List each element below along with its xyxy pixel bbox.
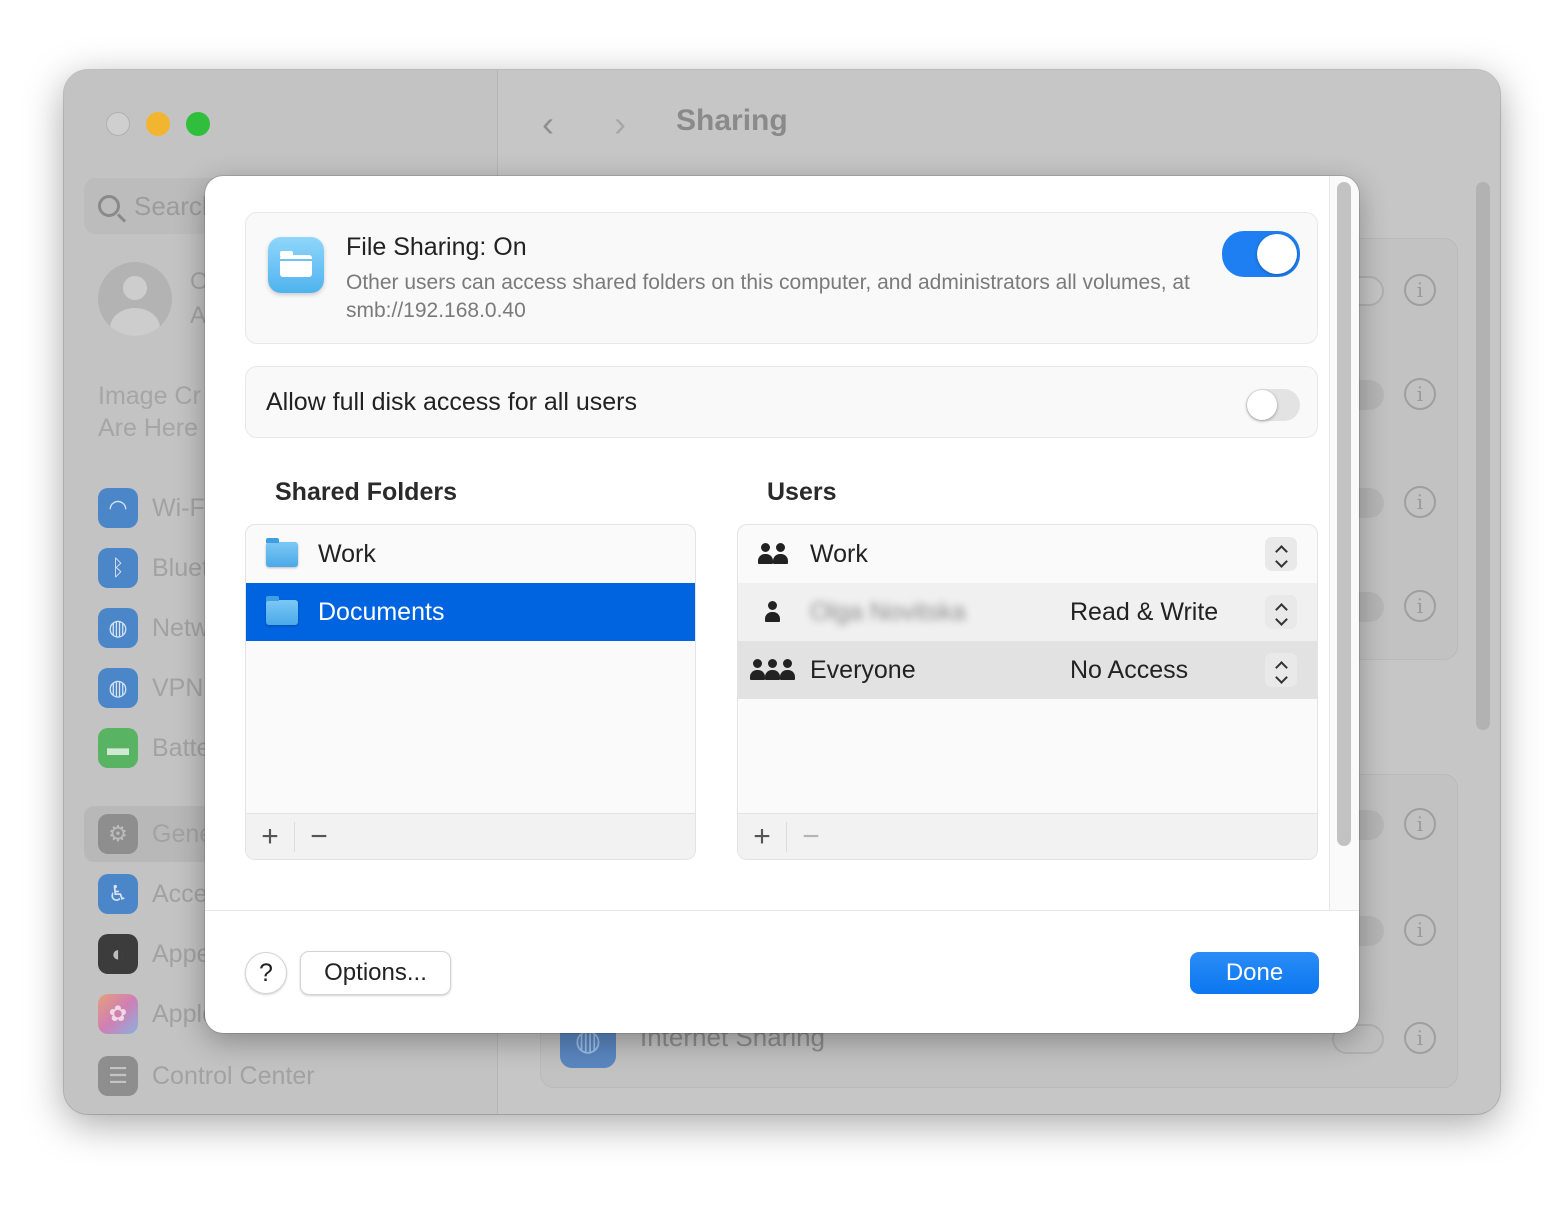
permission-stepper-icon[interactable] bbox=[1265, 653, 1297, 687]
everyone-icon bbox=[748, 657, 796, 683]
folder-name: Documents bbox=[318, 597, 445, 626]
user-row-everyone[interactable]: Everyone No Access bbox=[738, 641, 1317, 699]
forward-button[interactable]: › bbox=[614, 104, 626, 144]
info-icon[interactable]: i bbox=[1404, 1022, 1436, 1054]
account-avatar[interactable] bbox=[98, 262, 172, 336]
window-title: Sharing bbox=[676, 104, 788, 137]
promo-line-1: Image Cr bbox=[98, 382, 201, 410]
user-row-owner[interactable]: Olga Novitska Read & Write bbox=[738, 583, 1317, 641]
sidebar-item-vpn[interactable]: ◍ VPN bbox=[98, 666, 203, 710]
file-sharing-card: File Sharing: On Other users can access … bbox=[245, 212, 1318, 344]
file-sharing-sheet: File Sharing: On Other users can access … bbox=[205, 176, 1359, 1033]
permission-value[interactable]: No Access bbox=[1070, 656, 1188, 685]
info-icon[interactable]: i bbox=[1404, 590, 1436, 622]
sheet-scrollbar-thumb[interactable] bbox=[1337, 182, 1351, 846]
permission-stepper-icon[interactable] bbox=[1265, 595, 1297, 629]
search-icon bbox=[98, 195, 120, 217]
user-name: Everyone bbox=[810, 655, 916, 684]
sidebar-item-label: VPN bbox=[152, 673, 204, 702]
users-list: Work Olga Novitska Read & Write Everyone… bbox=[737, 524, 1318, 860]
shared-folders-list: Work Documents + − bbox=[245, 524, 696, 860]
users-heading: Users bbox=[767, 478, 837, 506]
sidebar-item-label: Wi-Fi bbox=[152, 493, 211, 522]
shared-folders-heading: Shared Folders bbox=[275, 478, 457, 506]
appearance-icon: ◐ bbox=[98, 934, 138, 974]
user-name: Work bbox=[810, 539, 868, 568]
zoom-window-button[interactable] bbox=[186, 112, 210, 136]
close-window-button[interactable] bbox=[106, 112, 130, 136]
info-icon[interactable]: i bbox=[1404, 808, 1436, 840]
add-folder-button[interactable]: + bbox=[246, 814, 294, 860]
control-center-icon: ☰ bbox=[98, 1056, 138, 1096]
shared-folders-footer: + − bbox=[246, 813, 695, 859]
info-icon[interactable]: i bbox=[1404, 486, 1436, 518]
back-button[interactable]: ‹ bbox=[542, 104, 554, 144]
shared-folder-row-work[interactable]: Work bbox=[246, 525, 695, 583]
sheet-footer-divider bbox=[205, 910, 1359, 911]
wifi-icon: ◠ bbox=[98, 488, 138, 528]
file-sharing-description: Other users can access shared folders on… bbox=[346, 271, 1190, 322]
sidebar-item-label: Control Center bbox=[152, 1061, 315, 1090]
file-sharing-title: File Sharing: On bbox=[346, 233, 527, 261]
bluetooth-icon: ᛒ bbox=[98, 548, 138, 588]
documents-folder-icon bbox=[266, 595, 298, 625]
permission-value[interactable]: Read & Write bbox=[1070, 598, 1218, 627]
promo-line-2: Are Here bbox=[98, 414, 199, 442]
full-disk-access-label: Allow full disk access for all users bbox=[266, 388, 637, 416]
sheet-scrollbar-track[interactable] bbox=[1329, 176, 1359, 910]
users-footer: + − bbox=[738, 813, 1317, 859]
info-icon[interactable]: i bbox=[1404, 378, 1436, 410]
user-icon bbox=[748, 599, 796, 625]
file-sharing-folder-icon bbox=[268, 237, 324, 293]
sidebar-item-wifi[interactable]: ◠ Wi-Fi bbox=[98, 486, 210, 530]
full-disk-access-toggle[interactable] bbox=[1246, 389, 1300, 421]
done-button[interactable]: Done bbox=[1190, 952, 1319, 994]
background-scrollbar[interactable] bbox=[1476, 182, 1490, 730]
sidebar-item-control-center[interactable]: ☰ Control Center bbox=[98, 1054, 315, 1098]
shared-folder-row-documents[interactable]: Documents bbox=[246, 583, 695, 641]
folder-icon bbox=[266, 537, 298, 567]
accessibility-icon: ♿ bbox=[98, 874, 138, 914]
file-sharing-toggle[interactable] bbox=[1222, 231, 1300, 277]
user-row-work[interactable]: Work bbox=[738, 525, 1317, 583]
permission-stepper-icon[interactable] bbox=[1265, 537, 1297, 571]
user-name-redacted: Olga Novitska bbox=[810, 597, 966, 626]
vpn-globe-icon: ◍ bbox=[98, 668, 138, 708]
info-icon[interactable]: i bbox=[1404, 914, 1436, 946]
globe-icon: ◍ bbox=[98, 608, 138, 648]
options-button[interactable]: Options... bbox=[300, 951, 451, 995]
help-button[interactable]: ? bbox=[245, 952, 287, 994]
apple-intelligence-icon: ✿ bbox=[98, 994, 138, 1034]
group-icon bbox=[748, 541, 796, 567]
remove-user-button[interactable]: − bbox=[787, 814, 835, 860]
account-subtitle: A bbox=[190, 302, 207, 329]
remove-folder-button[interactable]: − bbox=[295, 814, 343, 860]
sidebar-promo[interactable]: Image Cr Are Here bbox=[98, 380, 201, 444]
gear-icon: ⚙ bbox=[98, 814, 138, 854]
add-user-button[interactable]: + bbox=[738, 814, 786, 860]
full-disk-access-card: Allow full disk access for all users bbox=[245, 366, 1318, 438]
folder-name: Work bbox=[318, 539, 376, 568]
minimize-window-button[interactable] bbox=[146, 112, 170, 136]
battery-icon: ▬ bbox=[98, 728, 138, 768]
info-icon[interactable]: i bbox=[1404, 274, 1436, 306]
